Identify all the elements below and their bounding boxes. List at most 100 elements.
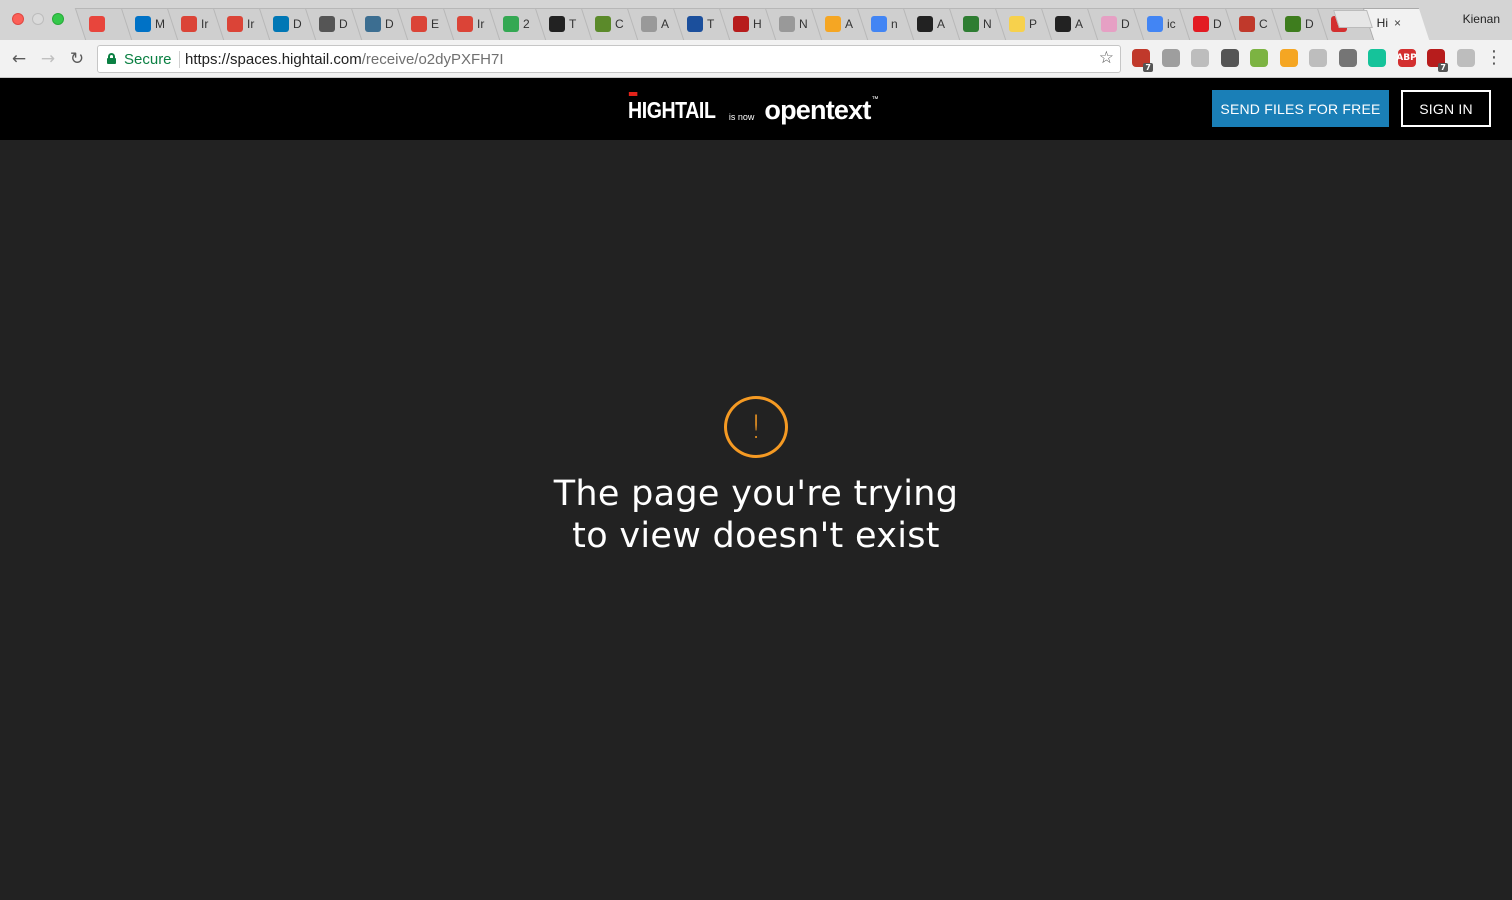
- active-tab-title: Hi: [1376, 16, 1389, 30]
- new-tab-button[interactable]: [1333, 10, 1373, 28]
- amazon-icon: [1055, 16, 1071, 32]
- gear-icon: [595, 16, 611, 32]
- browser-chrome: MIrIrDDDEIr2TCATHNAnANPADicDCDhHi× Kiena…: [0, 0, 1512, 78]
- calendar-icon: [1101, 16, 1117, 32]
- maps-icon: [503, 16, 519, 32]
- document-icon: [641, 16, 657, 32]
- gmail-icon: [457, 16, 473, 32]
- hightail-opentext-logo[interactable]: HIGHTAIL is now opentext ™: [628, 92, 879, 125]
- tab-title: ic: [1167, 17, 1176, 31]
- tab-title: T: [569, 17, 577, 31]
- lastpass-icon[interactable]: 7: [1427, 49, 1448, 72]
- amazon-icon: [917, 16, 933, 32]
- browser-toolbar: ← → ↻ Secure https://spaces.hightail.com…: [0, 40, 1512, 78]
- forward-icon[interactable]: →: [37, 48, 59, 70]
- tab-strip: MIrIrDDDEIr2TCATHNAnANPADicDCDhHi× Kiena…: [0, 0, 1512, 40]
- aeb-icon: [825, 16, 841, 32]
- eham-icon: [1285, 16, 1301, 32]
- tab-title: E: [431, 17, 440, 31]
- tab-title: D: [1121, 17, 1130, 31]
- tab-title: Ir: [201, 17, 209, 31]
- document-icon: [779, 16, 795, 32]
- browser-tab-active[interactable]: Hi ×: [1362, 8, 1430, 40]
- tab-title: P: [1029, 17, 1038, 31]
- tab-title: A: [937, 17, 946, 31]
- logo-hightail-text: HIGHTAIL: [628, 92, 716, 123]
- search-icon[interactable]: [1220, 49, 1239, 67]
- tab-title: C: [1259, 17, 1268, 31]
- tab-title: Ir: [247, 17, 255, 31]
- w-icon[interactable]: [1250, 49, 1268, 67]
- tab-title: D: [1213, 17, 1222, 31]
- address-divider: [179, 51, 180, 68]
- reload-icon[interactable]: ↻: [66, 48, 88, 70]
- d-icon: [1193, 16, 1209, 32]
- error-message-line-2: to view doesn't exist: [572, 516, 940, 556]
- secure-label: Secure: [124, 51, 172, 68]
- e-icon: [687, 16, 703, 32]
- ublock-icon[interactable]: 7: [1132, 49, 1153, 72]
- robot-icon: [733, 16, 749, 32]
- extension-badge: 7: [1438, 63, 1448, 72]
- tab-title: N: [799, 17, 808, 31]
- grammarly-icon[interactable]: [1368, 49, 1386, 67]
- network-icon: [319, 16, 335, 32]
- warning-icon: !: [724, 396, 788, 458]
- tab-title: H: [753, 17, 762, 31]
- drive-icon[interactable]: [1309, 49, 1327, 67]
- tab-title: 2: [523, 17, 530, 31]
- error-message-line-1: The page you're trying: [553, 474, 959, 514]
- tab-title: Ir: [477, 17, 485, 31]
- tab-title: N: [983, 17, 992, 31]
- tab-title: A: [661, 17, 670, 31]
- leaf-icon: [963, 16, 979, 32]
- tab-title: A: [845, 17, 854, 31]
- logo-trademark: ™: [871, 96, 879, 103]
- logo-isnow-text: is now: [728, 112, 755, 122]
- url-text[interactable]: https://spaces.hightail.com/receive/o2dy…: [185, 51, 504, 68]
- target-icon: [89, 16, 105, 32]
- tab-title: D: [293, 17, 302, 31]
- tab-title: A: [1075, 17, 1084, 31]
- mascot-icon: [1239, 16, 1255, 32]
- tab-title: C: [615, 17, 624, 31]
- browser-menu-icon[interactable]: ⋮: [1485, 47, 1503, 68]
- sign-in-button[interactable]: SIGN IN: [1401, 90, 1491, 127]
- lock-icon: [107, 53, 116, 64]
- folder-icon[interactable]: [1279, 49, 1298, 67]
- shield-icon[interactable]: [1191, 49, 1209, 67]
- shield-icon: [365, 16, 381, 32]
- url-host: https://spaces.hightail.com: [185, 51, 362, 68]
- tab-title: T: [707, 17, 715, 31]
- close-tab-icon[interactable]: ×: [1394, 16, 1401, 30]
- gmail-icon: [227, 16, 243, 32]
- sun-icon: [1009, 16, 1025, 32]
- abp-icon[interactable]: ABP: [1396, 49, 1417, 67]
- tab-title: D: [339, 17, 348, 31]
- minimize-window-button[interactable]: [32, 13, 44, 25]
- close-window-button[interactable]: [12, 13, 24, 25]
- zoom-window-button[interactable]: [52, 13, 64, 25]
- url-path: /receive/o2dyPXFH7I: [361, 51, 504, 68]
- tabs-icon[interactable]: [1456, 49, 1475, 67]
- gmail-icon: [411, 16, 427, 32]
- linkedin-icon: [273, 16, 289, 32]
- address-bar[interactable]: Secure https://spaces.hightail.com/recei…: [97, 45, 1121, 73]
- logo-opentext-text: opentext: [764, 95, 871, 125]
- send-files-button[interactable]: SEND FILES FOR FREE: [1212, 90, 1389, 127]
- globe-icon[interactable]: [1161, 49, 1180, 67]
- tab-title: D: [1305, 17, 1314, 31]
- tab-title: M: [155, 17, 165, 31]
- tab-title: D: [385, 17, 394, 31]
- main-content: ! The page you're trying to view doesn't…: [0, 140, 1512, 900]
- gmail-icon: [181, 16, 197, 32]
- profile-name[interactable]: Kienan: [1463, 12, 1500, 26]
- google-icon: [871, 16, 887, 32]
- note-icon[interactable]: [1338, 49, 1357, 67]
- bookmark-star-icon[interactable]: ☆: [1099, 48, 1114, 68]
- outlook-icon: [135, 16, 151, 32]
- error-message: The page you're trying to view doesn't e…: [456, 473, 1056, 557]
- extension-badge: 7: [1143, 63, 1153, 72]
- back-icon[interactable]: ←: [8, 48, 30, 70]
- tab-title: n: [891, 17, 898, 31]
